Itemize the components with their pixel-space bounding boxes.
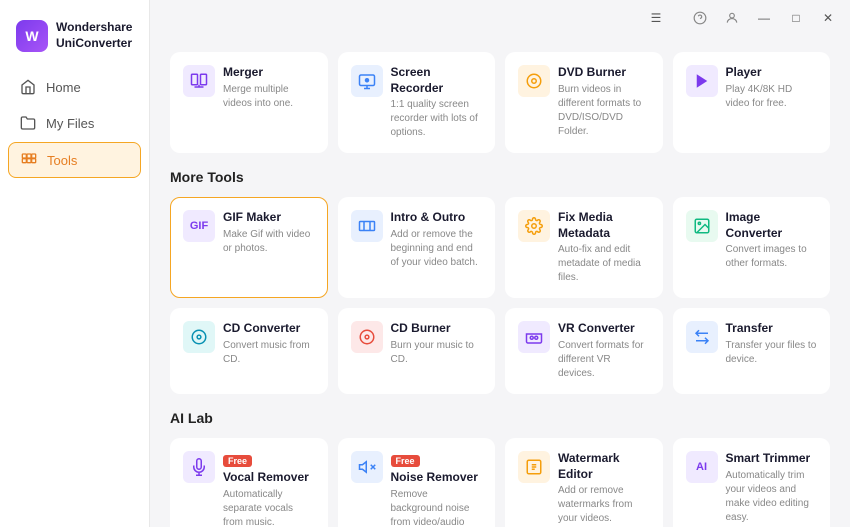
tool-gif-maker[interactable]: GIF GIF Maker Make Gif with video or pho… (170, 197, 328, 298)
top-tools-grid: Merger Merge multiple videos into one. S… (170, 52, 830, 153)
folder-icon (20, 115, 36, 131)
tool-screen-recorder[interactable]: Screen Recorder 1:1 quality screen recor… (338, 52, 496, 153)
image-converter-icon (686, 210, 718, 242)
tool-smart-trimmer[interactable]: AI Smart Trimmer Automatically trim your… (673, 438, 831, 527)
home-icon (20, 79, 36, 95)
app-name: Wondershare UniConverter (56, 20, 132, 51)
free-badge: Free (223, 455, 252, 467)
sidebar-item-label: Home (46, 80, 81, 95)
vocal-remover-icon (183, 451, 215, 483)
user-button[interactable] (718, 7, 746, 29)
tool-vr-converter[interactable]: VR Converter Convert formats for differe… (505, 308, 663, 394)
menu-button[interactable]: ☰ (642, 7, 670, 29)
tool-cd-burner[interactable]: CD Burner Burn your music to CD. (338, 308, 496, 394)
minimize-button[interactable]: — (750, 7, 778, 29)
close-button[interactable]: ✕ (814, 7, 842, 29)
sidebar-item-tools[interactable]: Tools (8, 142, 141, 178)
tool-cd-converter[interactable]: CD Converter Convert music from CD. (170, 308, 328, 394)
smart-trimmer-icon: AI (686, 451, 718, 483)
fix-metadata-icon (518, 210, 550, 242)
main-content: Merger Merge multiple videos into one. S… (150, 0, 850, 527)
tool-transfer[interactable]: Transfer Transfer your files to device. (673, 308, 831, 394)
tool-image-converter[interactable]: Image Converter Convert images to other … (673, 197, 831, 298)
tool-dvd-burner[interactable]: DVD Burner Burn videos in different form… (505, 52, 663, 153)
tool-noise-remover[interactable]: Free Noise Remover Remove background noi… (338, 438, 496, 527)
tools-icon (21, 152, 37, 168)
app-logo: W Wondershare UniConverter (0, 10, 149, 70)
sidebar-item-label: My Files (46, 116, 94, 131)
player-icon (686, 65, 718, 97)
logo-icon: W (16, 20, 48, 52)
watermark-editor-icon (518, 451, 550, 483)
sidebar-item-label: Tools (47, 153, 77, 168)
more-tools-grid: GIF GIF Maker Make Gif with video or pho… (170, 197, 830, 394)
titlebar: ☰ — □ ✕ (300, 0, 850, 36)
maximize-button[interactable]: □ (782, 7, 810, 29)
noise-remover-icon (351, 451, 383, 483)
ai-lab-title: AI Lab (170, 410, 830, 426)
sidebar-nav: Home My Files Tools (0, 70, 149, 178)
ai-lab-grid: Free Vocal Remover Automatically separat… (170, 438, 830, 527)
tool-player[interactable]: Player Play 4K/8K HD video for free. (673, 52, 831, 153)
sidebar-item-home[interactable]: Home (8, 70, 141, 104)
help-button[interactable] (686, 7, 714, 29)
tool-intro-outro[interactable]: Intro & Outro Add or remove the beginnin… (338, 197, 496, 298)
vr-converter-icon (518, 321, 550, 353)
merger-icon (183, 65, 215, 97)
tool-merger[interactable]: Merger Merge multiple videos into one. (170, 52, 328, 153)
cd-burner-icon (351, 321, 383, 353)
sidebar-item-myfiles[interactable]: My Files (8, 106, 141, 140)
more-tools-title: More Tools (170, 169, 830, 185)
gif-maker-icon: GIF (183, 210, 215, 242)
tool-fix-media-metadata[interactable]: Fix Media Metadata Auto-fix and edit met… (505, 197, 663, 298)
free-badge: Free (391, 455, 420, 467)
sidebar: W Wondershare UniConverter Home My Files… (0, 0, 150, 527)
cd-converter-icon (183, 321, 215, 353)
transfer-icon (686, 321, 718, 353)
screen-recorder-icon (351, 65, 383, 97)
dvd-burner-icon (518, 65, 550, 97)
tool-vocal-remover[interactable]: Free Vocal Remover Automatically separat… (170, 438, 328, 527)
intro-outro-icon (351, 210, 383, 242)
tool-watermark-editor[interactable]: Watermark Editor Add or remove watermark… (505, 438, 663, 527)
